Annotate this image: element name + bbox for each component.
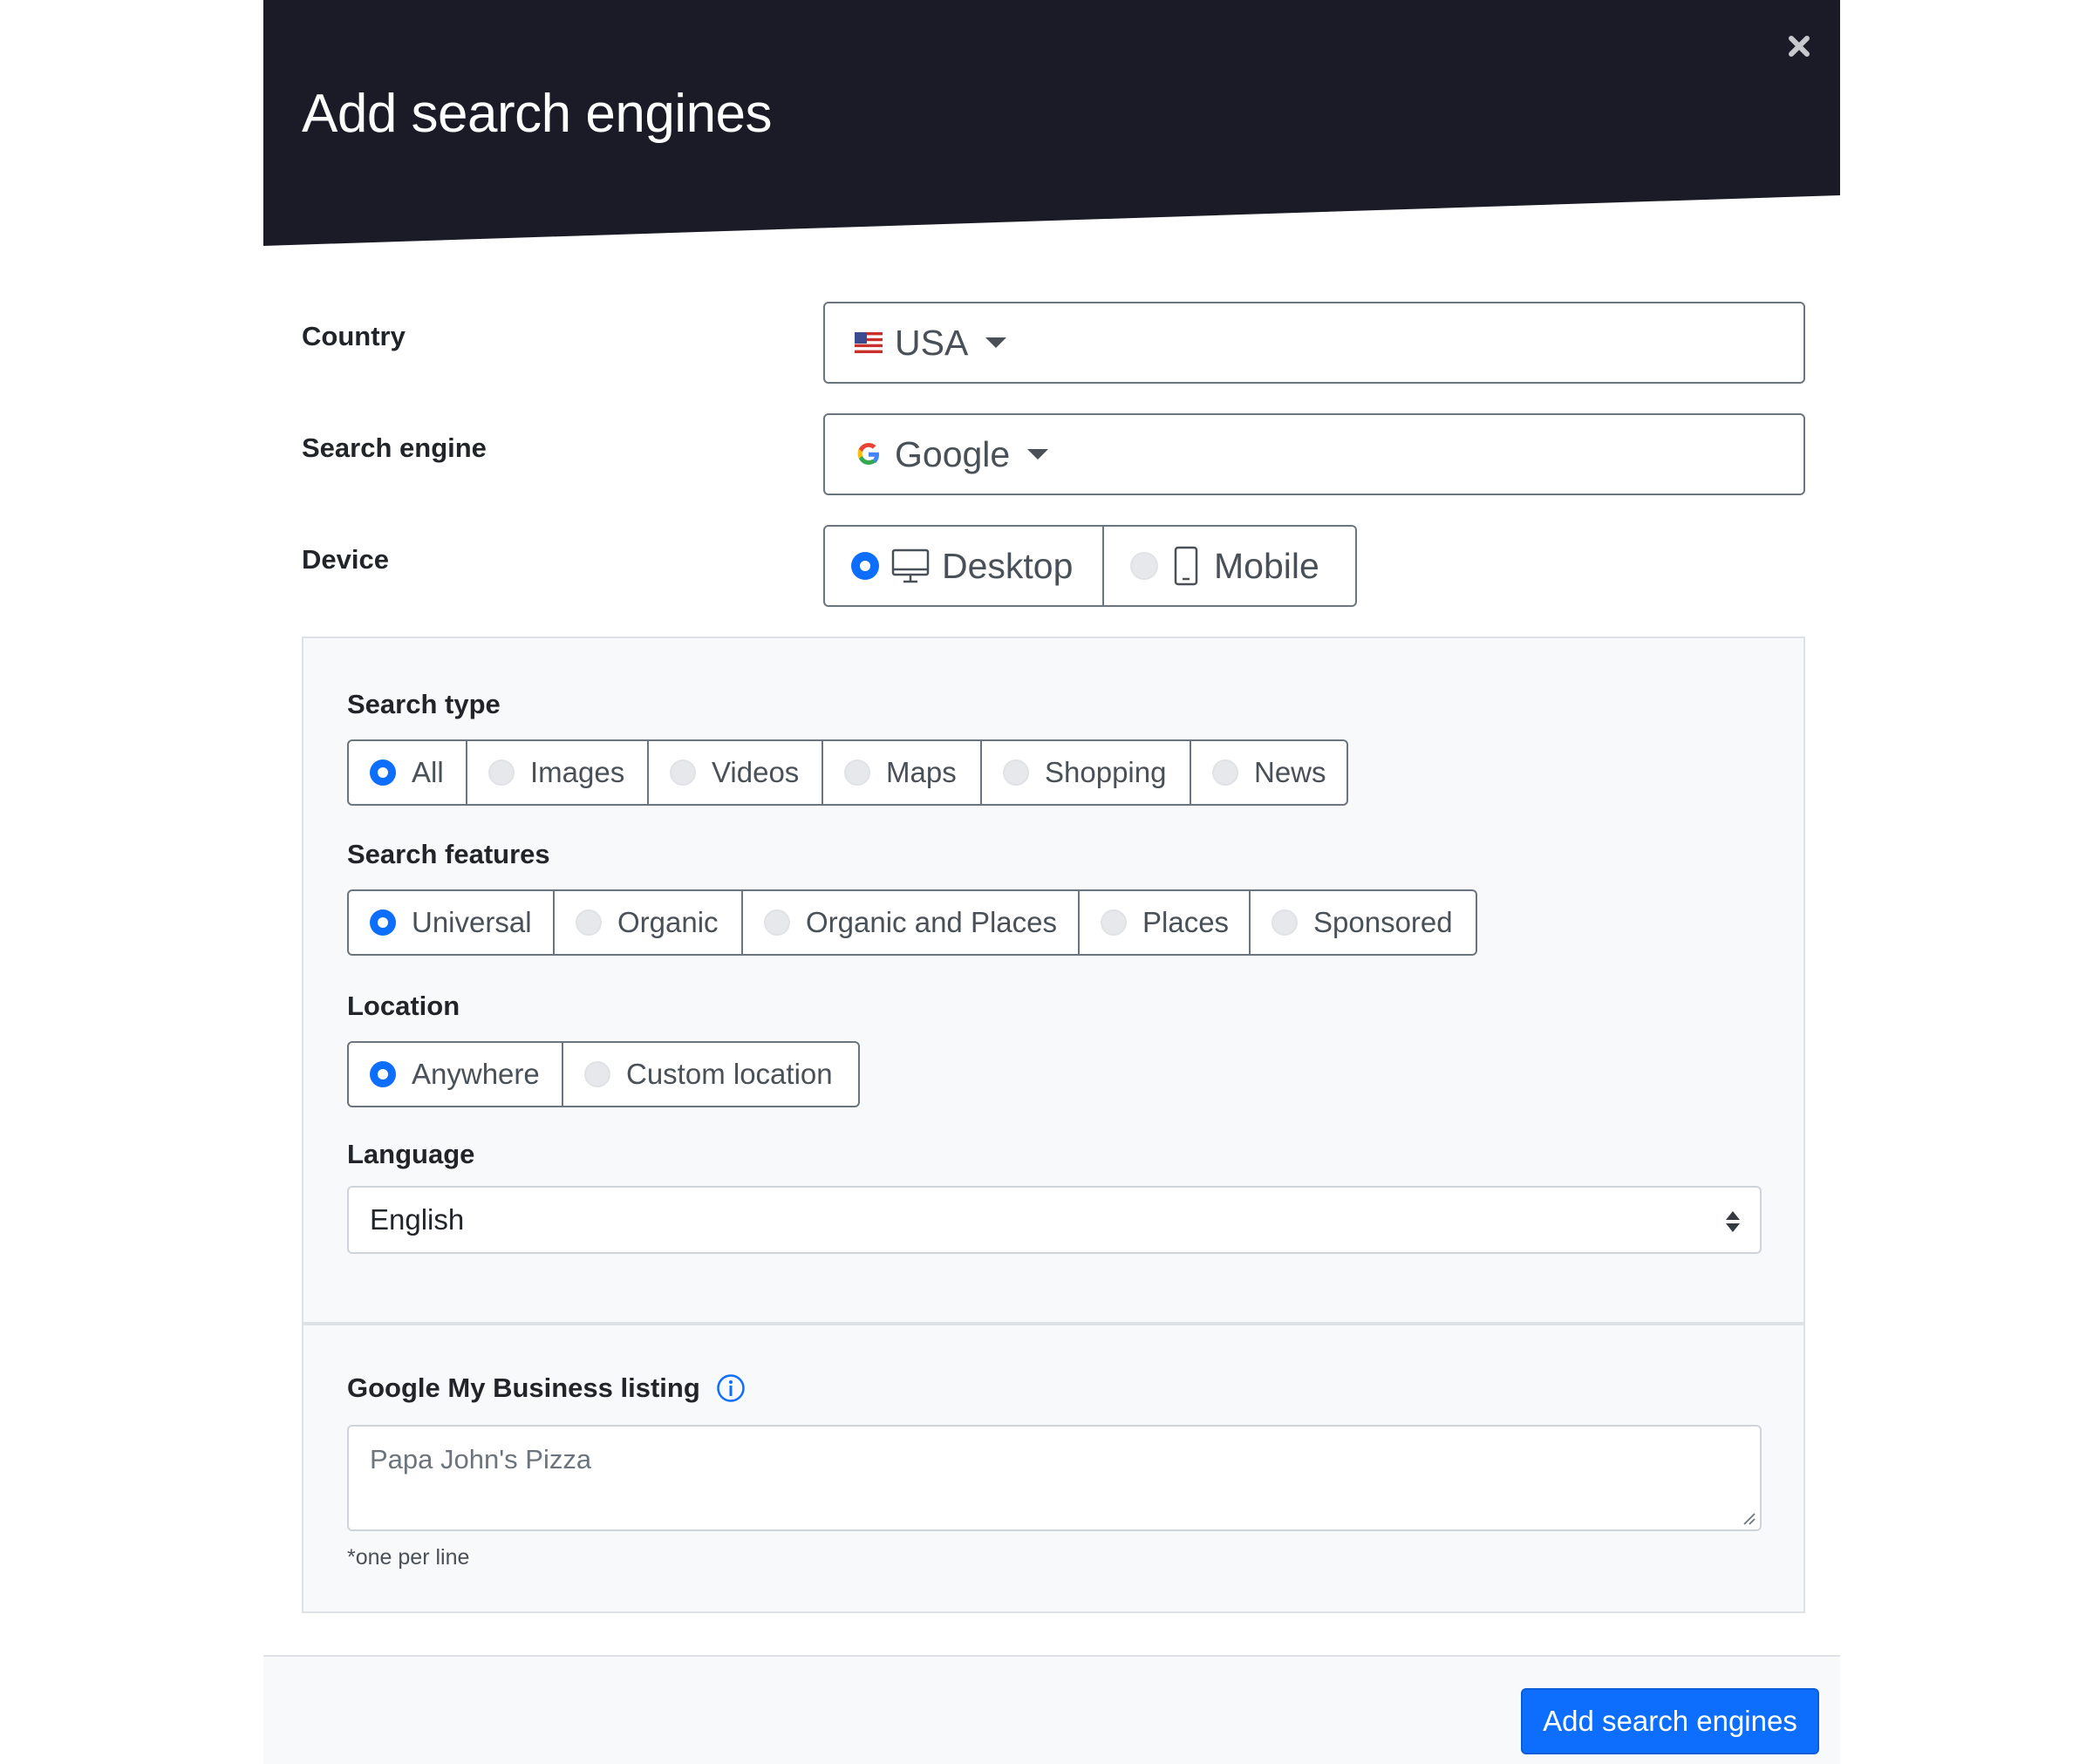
resize-handle-icon[interactable]	[1739, 1509, 1756, 1526]
search-features-option-organic-and-places[interactable]: Organic and Places	[743, 889, 1080, 956]
search-features-option-places[interactable]: Places	[1080, 889, 1251, 956]
mobile-icon	[1174, 546, 1198, 586]
country-label: Country	[302, 321, 406, 351]
device-option-label: Mobile	[1214, 545, 1319, 586]
modal-title: Add search engines	[302, 84, 773, 144]
radio-selected[interactable]	[851, 552, 879, 580]
radio-selected[interactable]	[370, 1061, 396, 1087]
device-toggle-group: Desktop Mobile	[823, 525, 1357, 607]
search-features-group: Universal Organic Organic and Places Pla…	[347, 889, 1477, 956]
search-engine-label: Search engine	[302, 432, 487, 463]
gmb-hint: *one per line	[347, 1545, 470, 1570]
radio-unselected[interactable]	[1003, 759, 1029, 786]
gmb-listing-textarea[interactable]: Papa John's Pizza	[347, 1425, 1762, 1531]
search-type-option-shopping[interactable]: Shopping	[982, 739, 1191, 806]
radio-unselected[interactable]	[670, 759, 696, 786]
country-value: USA	[895, 322, 969, 363]
add-search-engines-modal: Add search engines Country USA Search en…	[263, 0, 1840, 1764]
device-option-desktop[interactable]: Desktop	[823, 525, 1104, 607]
close-button[interactable]	[1783, 30, 1816, 63]
radio-unselected[interactable]	[1130, 552, 1158, 580]
search-type-option-all[interactable]: All	[347, 739, 467, 806]
option-label: Shopping	[1045, 756, 1167, 788]
search-type-option-maps[interactable]: Maps	[823, 739, 982, 806]
radio-unselected[interactable]	[584, 1061, 610, 1087]
device-option-label: Desktop	[942, 545, 1074, 586]
option-label: Organic	[617, 906, 719, 938]
gmb-placeholder: Papa John's Pizza	[370, 1444, 592, 1475]
search-features-option-universal[interactable]: Universal	[347, 889, 555, 956]
location-group: Anywhere Custom location	[347, 1041, 860, 1107]
gmb-label: Google My Business listing	[347, 1372, 700, 1403]
close-icon	[1789, 36, 1810, 57]
location-option-custom[interactable]: Custom location	[563, 1041, 860, 1107]
sort-arrows-icon	[1726, 1211, 1740, 1232]
google-icon	[857, 443, 879, 465]
radio-selected[interactable]	[370, 909, 396, 936]
modal-footer: Add search engines	[263, 1655, 1840, 1764]
option-label: Anywhere	[412, 1058, 540, 1090]
option-label: Places	[1142, 906, 1230, 938]
radio-unselected[interactable]	[1101, 909, 1127, 936]
option-label: All	[412, 756, 444, 788]
option-label: Videos	[712, 756, 800, 788]
search-type-option-news[interactable]: News	[1191, 739, 1348, 806]
search-features-option-sponsored[interactable]: Sponsored	[1251, 889, 1477, 956]
option-label: Organic and Places	[806, 906, 1057, 938]
device-label: Device	[302, 544, 389, 575]
device-option-mobile[interactable]: Mobile	[1104, 525, 1357, 607]
language-label: Language	[347, 1139, 475, 1169]
option-label: Images	[530, 756, 625, 788]
option-label: Custom location	[626, 1058, 833, 1090]
radio-unselected[interactable]	[1212, 759, 1238, 786]
option-label: Maps	[886, 756, 957, 788]
advanced-options-panel: Search type All Images Videos Maps Shopp…	[302, 637, 1805, 1613]
gmb-label-row: Google My Business listing	[347, 1372, 746, 1404]
search-features-option-organic[interactable]: Organic	[555, 889, 743, 956]
country-select[interactable]: USA	[823, 302, 1805, 384]
search-features-label: Search features	[347, 839, 550, 869]
add-search-engines-button[interactable]: Add search engines	[1521, 1688, 1819, 1754]
chevron-down-icon	[1027, 449, 1049, 460]
modal-header: Add search engines	[263, 0, 1840, 246]
search-type-label: Search type	[347, 689, 501, 719]
radio-unselected[interactable]	[1271, 909, 1298, 936]
language-value: English	[370, 1203, 465, 1236]
us-flag-icon	[855, 332, 883, 353]
search-engine-value: Google	[895, 433, 1011, 474]
search-type-group: All Images Videos Maps Shopping News	[347, 739, 1348, 806]
chevron-down-icon	[985, 337, 1007, 348]
option-label: Sponsored	[1313, 906, 1453, 938]
info-icon[interactable]	[716, 1373, 746, 1403]
option-label: Universal	[412, 906, 532, 938]
location-label: Location	[347, 991, 460, 1021]
radio-unselected[interactable]	[844, 759, 870, 786]
desktop-icon	[891, 548, 930, 583]
search-type-option-images[interactable]: Images	[467, 739, 649, 806]
option-label: News	[1254, 756, 1326, 788]
panel-divider	[303, 1322, 1803, 1325]
search-type-option-videos[interactable]: Videos	[649, 739, 823, 806]
search-engine-select[interactable]: Google	[823, 413, 1805, 495]
location-option-anywhere[interactable]: Anywhere	[347, 1041, 563, 1107]
radio-unselected[interactable]	[576, 909, 602, 936]
radio-unselected[interactable]	[488, 759, 515, 786]
radio-unselected[interactable]	[764, 909, 790, 936]
language-select[interactable]: English	[347, 1186, 1762, 1254]
radio-selected[interactable]	[370, 759, 396, 786]
